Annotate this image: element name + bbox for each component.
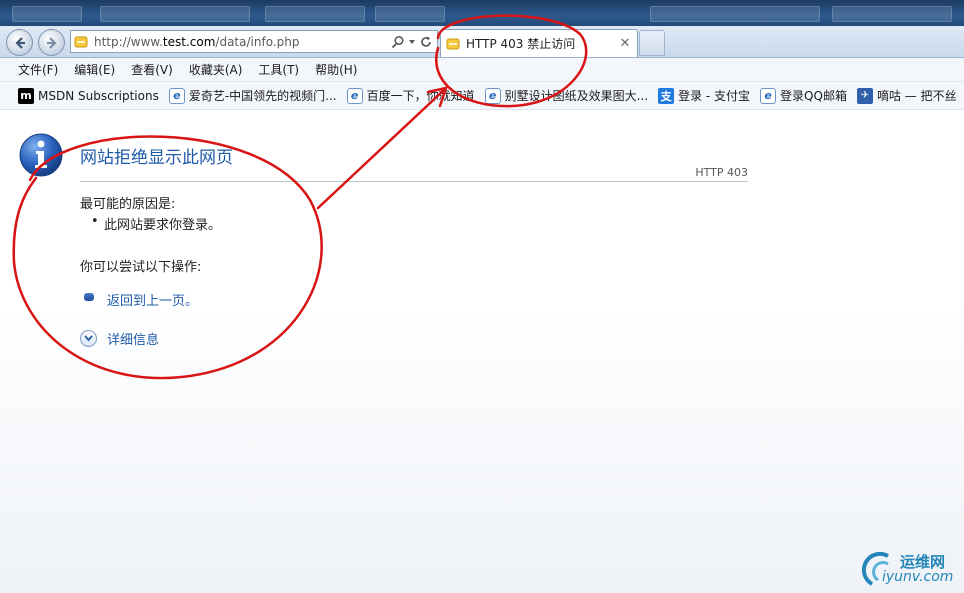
ie-page-icon: e: [168, 87, 185, 104]
favorite-iqiyi[interactable]: e 爱奇艺-中国领先的视频门...: [168, 87, 337, 104]
background-window: [650, 6, 820, 22]
watermark-en: iyunv.com: [882, 569, 954, 585]
try-heading: 你可以尝试以下操作:: [80, 260, 202, 275]
dropdown-arrow-icon[interactable]: [408, 38, 416, 46]
menu-edit[interactable]: 编辑(E): [66, 61, 123, 78]
bullet-icon: [84, 293, 94, 301]
digu-icon: ✈: [856, 87, 873, 104]
ie-page-icon: e: [346, 87, 363, 104]
ie-page-icon: e: [484, 87, 501, 104]
favorite-villa-design[interactable]: e 别墅设计图纸及效果图大...: [484, 87, 648, 104]
address-bar[interactable]: http://www.test.com/data/info.php: [70, 30, 438, 53]
page-favicon-icon: [73, 34, 91, 50]
info-icon: [19, 133, 63, 177]
favorite-msdn[interactable]: m MSDN Subscriptions: [18, 87, 159, 104]
forward-button[interactable]: [38, 29, 65, 56]
background-window: [375, 6, 445, 22]
background-window-strip: [0, 0, 964, 26]
back-link[interactable]: 返回到上一页。: [107, 290, 198, 309]
msdn-icon: m: [18, 87, 34, 104]
page-favicon-icon: [445, 37, 463, 51]
menu-bar: 文件(F) 编辑(E) 查看(V) 收藏夹(A) 工具(T) 帮助(H): [0, 58, 964, 82]
page-content: [0, 111, 964, 593]
close-tab-icon[interactable]: ✕: [617, 36, 633, 51]
favorite-alipay[interactable]: 支登录 - 支付宝: [658, 87, 750, 104]
favorite-digu[interactable]: ✈ 嘀咕 — 把不丝: [856, 87, 957, 104]
background-window: [12, 6, 82, 22]
menu-file[interactable]: 文件(F): [10, 61, 66, 78]
background-window: [100, 6, 250, 22]
back-button[interactable]: [6, 29, 33, 56]
tab-http-403[interactable]: HTTP 403 禁止访问 ✕: [440, 29, 638, 57]
favorites-bar: m MSDN Subscriptions e 爱奇艺-中国领先的视频门... e 百度…: [0, 82, 964, 110]
menu-favorites[interactable]: 收藏夹(A): [181, 61, 251, 78]
forward-arrow-icon: [46, 36, 57, 49]
cause-item: 此网站要求你登录。: [91, 214, 221, 233]
menu-help[interactable]: 帮助(H): [307, 61, 365, 78]
error-code: HTTP 403: [695, 166, 748, 179]
error-title: 网站拒绝显示此网页: [80, 148, 233, 168]
refresh-icon[interactable]: [419, 35, 433, 49]
back-arrow-icon: [14, 36, 25, 49]
search-icon[interactable]: [391, 35, 405, 49]
url-text[interactable]: http://www.test.com/data/info.php: [91, 35, 391, 49]
menu-tools[interactable]: 工具(T): [250, 61, 307, 78]
menu-view[interactable]: 查看(V): [123, 61, 181, 78]
tab-title: HTTP 403 禁止访问: [466, 37, 576, 51]
title-divider: [80, 181, 748, 182]
new-tab-button[interactable]: [639, 30, 665, 56]
alipay-icon: 支: [658, 87, 675, 104]
ie-page-icon: e: [760, 87, 777, 104]
background-window: [265, 6, 365, 22]
details-link[interactable]: 详细信息: [107, 329, 159, 348]
cause-heading: 最可能的原因是:: [80, 197, 176, 212]
favorite-baidu[interactable]: e 百度一下，你就知道: [346, 87, 475, 104]
background-window: [832, 6, 952, 22]
expand-details-icon[interactable]: [80, 330, 97, 347]
favorite-qq-mail[interactable]: e 登录QQ邮箱: [760, 87, 847, 104]
